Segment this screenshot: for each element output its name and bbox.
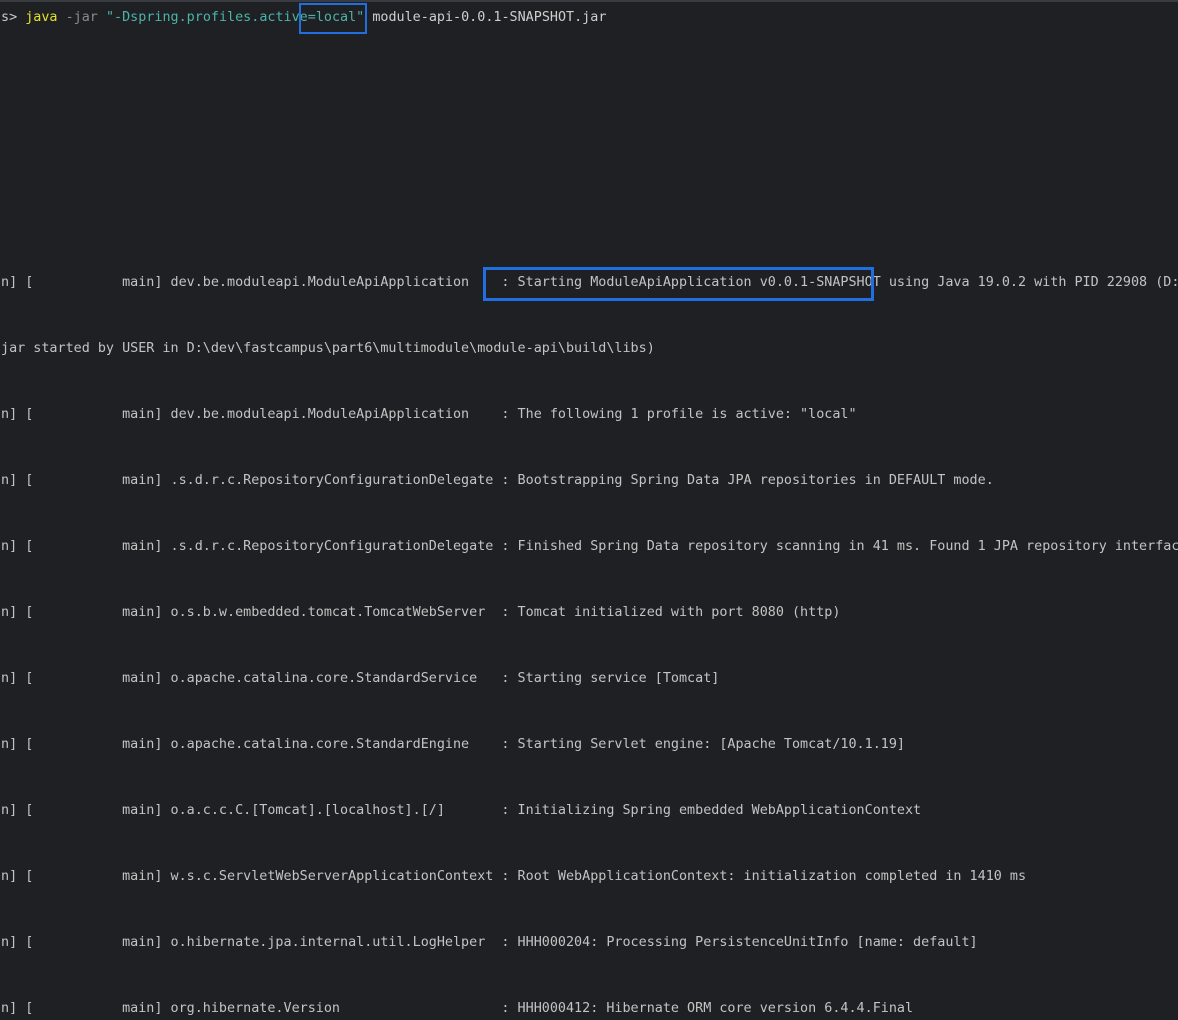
log-line-repository-scan: n] [ main] .s.d.r.c.RepositoryConfigurat… [1, 539, 1178, 554]
log-line-bootstrapping-jpa: n] [ main] .s.d.r.c.RepositoryConfigurat… [1, 473, 994, 488]
spring-profile-argument: "-Dspring.profiles.active=local" [105, 10, 365, 25]
log-line-tomcat-initialized: n] [ main] o.s.b.w.embedded.tomcat.Tomca… [1, 605, 841, 620]
log-line-servlet-engine: n] [ main] o.apache.catalina.core.Standa… [1, 737, 905, 752]
shell-prompt-line: s> java -jar "-Dspring.profiles.active=l… [1, 7, 606, 29]
log-line-active-profile: n] [ main] dev.be.moduleapi.ModuleApiApp… [1, 407, 857, 422]
log-line-persistence-unit: n] [ main] o.hibernate.jpa.internal.util… [1, 935, 978, 950]
command-java: java [25, 10, 58, 25]
jar-filename: module-api-0.0.1-SNAPSHOT.jar [372, 10, 607, 25]
log-line-started-by-wrap: jar started by USER in D:\dev\fastcampus… [1, 341, 655, 356]
log-line-root-context-completed: n] [ main] w.s.c.ServletWebServerApplica… [1, 869, 1027, 884]
prompt-prefix: s> [1, 10, 26, 25]
log-line-init-webapp-context: n] [ main] o.a.c.c.C.[Tomcat].[localhost… [1, 803, 922, 818]
log-line-starting-application: n] [ main] dev.be.moduleapi.ModuleApiApp… [1, 275, 1178, 290]
terminal-screen[interactable]: s> java -jar "-Dspring.profiles.active=l… [0, 0, 1178, 1016]
jar-flag: -jar [65, 10, 98, 25]
log-line-starting-service: n] [ main] o.apache.catalina.core.Standa… [1, 671, 720, 686]
spring-boot-log-output: n] [ main] dev.be.moduleapi.ModuleApiApp… [1, 228, 1178, 1020]
log-line-hibernate-version: n] [ main] org.hibernate.Version : HHH00… [1, 1001, 914, 1016]
